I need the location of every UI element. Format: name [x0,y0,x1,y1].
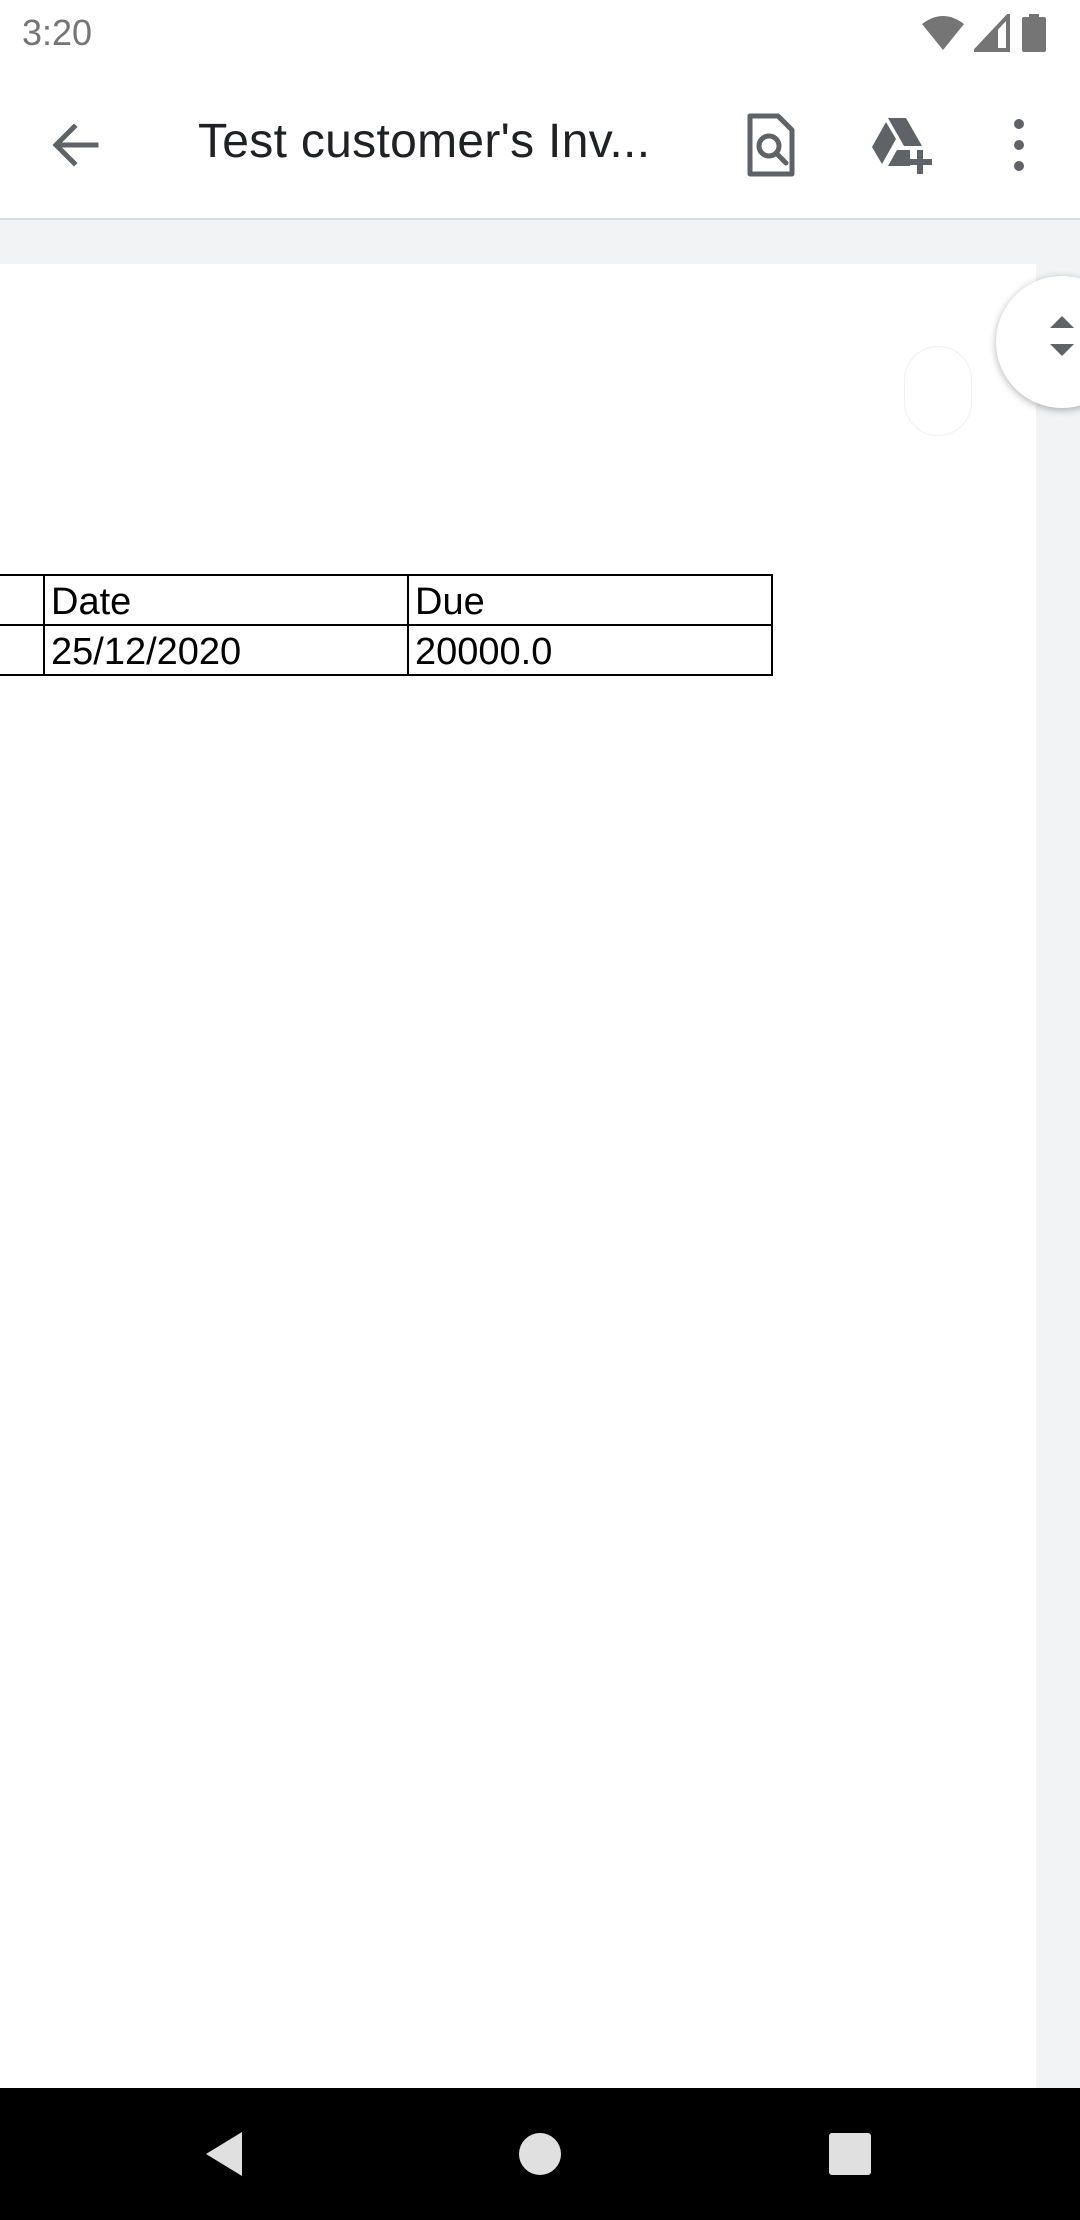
nav-home-icon [519,2133,561,2175]
table-row: 25/12/2020 20000.0 [0,624,773,676]
document-viewer[interactable]: Date Due 25/12/2020 20000.0 [0,220,1080,2088]
cellular-signal-icon [974,14,1010,52]
nav-back-icon [206,2132,242,2176]
more-vert-icon [1014,119,1024,171]
nav-back-button[interactable] [166,2088,286,2220]
back-button[interactable] [42,112,108,178]
more-options-button[interactable] [986,112,1052,178]
table-cell-date: 25/12/2020 [43,624,409,676]
find-in-page-button[interactable] [738,112,804,178]
page-indicator [904,346,972,436]
table-cell [0,624,45,676]
table-header-due: Due [407,574,773,626]
app-bar: Test customer's Inv... [0,66,1080,220]
invoice-table: Date Due 25/12/2020 20000.0 [0,574,773,676]
add-to-drive-button[interactable] [866,112,932,178]
document-page[interactable]: Date Due 25/12/2020 20000.0 [0,264,1036,2088]
status-icons [922,14,1062,52]
status-bar: 3:20 [0,0,1080,66]
table-header-row: Date Due [0,574,773,626]
table-cell-due: 20000.0 [407,624,773,676]
nav-home-button[interactable] [480,2088,600,2220]
add-to-drive-icon [872,118,932,174]
system-nav-bar [0,2088,1080,2220]
table-header-date: Date [43,574,409,626]
battery-icon [1022,14,1046,52]
screen: 3:20 Test customer's Inv... Date Due 25/… [0,0,1080,2220]
nav-recents-icon [829,2133,871,2175]
find-in-page-icon [747,113,795,177]
wifi-icon [922,16,964,50]
table-cell [0,574,45,626]
scroll-up-down-icon [1050,316,1074,356]
document-title: Test customer's Inv... [198,115,651,168]
status-time: 3:20 [22,12,93,53]
nav-recents-button[interactable] [790,2088,910,2220]
arrow-back-icon [52,123,99,167]
